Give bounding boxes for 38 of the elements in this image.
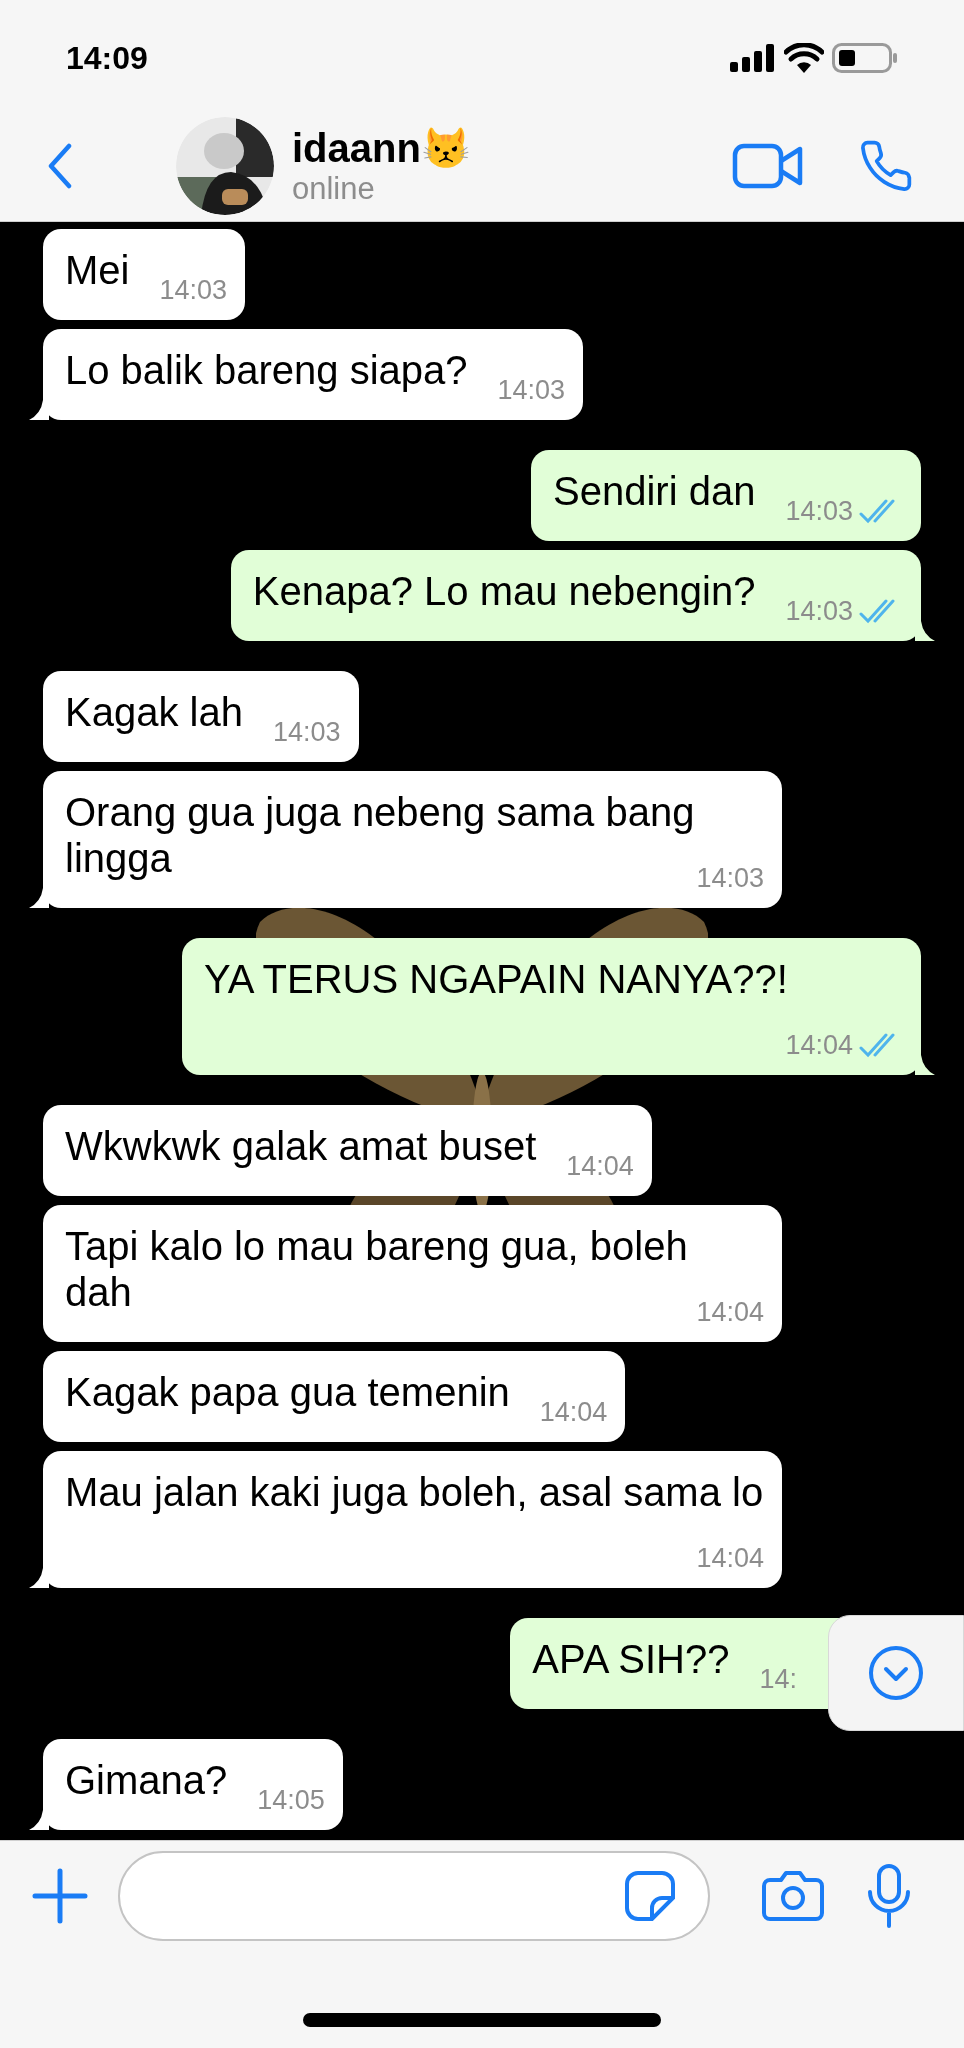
- message-time: 14:03: [785, 595, 853, 627]
- message-text: YA TERUS NGAPAIN NANYA??!: [204, 957, 788, 1001]
- message-time: 14:04: [566, 1150, 634, 1182]
- battery-icon: [832, 43, 898, 73]
- message-time: 14:03: [159, 274, 228, 306]
- message-time: 14:04: [539, 1396, 608, 1428]
- message-time: 14:03: [272, 716, 341, 748]
- message-text: Mau jalan kaki juga boleh, asal sama lo: [65, 1470, 764, 1514]
- message-text: Orang gua juga nebeng sama bang lingga: [65, 790, 695, 880]
- chevron-down-circle-icon: [868, 1645, 924, 1701]
- message-time: 14:04: [785, 1029, 853, 1061]
- status-time: 14:09: [66, 39, 148, 78]
- contact-name: idaann😾: [292, 124, 471, 171]
- scroll-down-button[interactable]: [828, 1615, 964, 1731]
- message-text: Lo balik bareng siapa?: [65, 348, 468, 392]
- add-button[interactable]: [32, 1868, 88, 1924]
- contact-status: online: [292, 170, 376, 207]
- message-text: Wkwkwk galak amat buset: [65, 1124, 537, 1168]
- message-time: 14:03: [785, 495, 853, 527]
- microphone-button[interactable]: [866, 1864, 912, 1928]
- message-text: Tapi kalo lo mau bareng gua, boleh dah: [65, 1224, 688, 1314]
- message-time: 14:04: [696, 1296, 764, 1328]
- wifi-icon: [784, 43, 824, 73]
- message-text: Kenapa? Lo mau nebengin?: [252, 569, 756, 613]
- message-text: APA SIH??: [532, 1637, 730, 1681]
- camera-button[interactable]: [762, 1868, 824, 1924]
- message-time: 14:: [759, 1663, 797, 1695]
- sticker-icon[interactable]: [624, 1870, 676, 1922]
- message-text: Kagak papa gua temenin: [65, 1370, 510, 1414]
- message-time: 14:03: [497, 374, 566, 406]
- signal-icon: [730, 44, 776, 72]
- message-text: Sendiri dan: [553, 469, 756, 513]
- message-time: 14:05: [257, 1784, 325, 1816]
- message-text: Gimana?: [65, 1758, 228, 1802]
- message-time: 14:03: [696, 862, 764, 894]
- message-time: 14:04: [696, 1542, 764, 1574]
- message-text: Mei: [65, 248, 130, 292]
- message-text: Kagak lah: [65, 690, 243, 734]
